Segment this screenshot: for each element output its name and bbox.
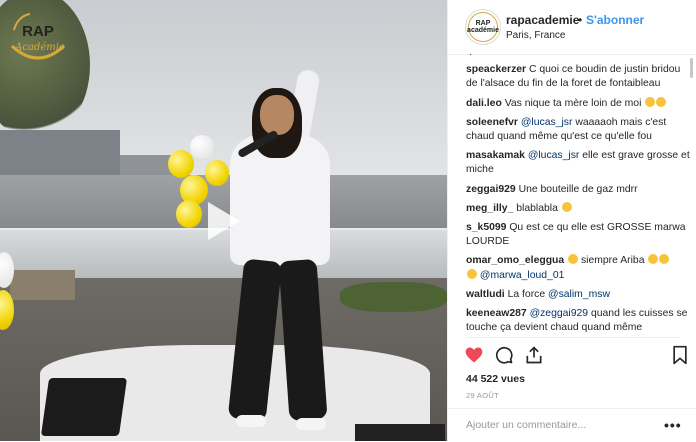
comment-mention[interactable]: @lucas_jsr [528, 150, 580, 161]
avatar[interactable]: RAP académie [465, 9, 501, 45]
comment-username[interactable]: meg_illy_ [466, 203, 513, 214]
speaker-monitor [40, 378, 128, 436]
follow-button[interactable]: S'abonner [586, 13, 644, 27]
comment-item: que c'est Marwa Lourde mdr [466, 54, 692, 58]
comment-icon[interactable] [494, 345, 514, 365]
comment-text: Vas nique ta mère loin de moi [504, 97, 642, 109]
view-count[interactable]: 44 522 vues [466, 373, 525, 385]
leg [278, 258, 328, 422]
comment-username[interactable]: masakamak [466, 150, 525, 161]
username[interactable]: rapacademie [506, 13, 579, 27]
play-icon[interactable] [196, 196, 246, 246]
comment-item: zeggai929 Une bouteille de gaz mdrr [466, 183, 692, 197]
comment-username[interactable]: keeneaw287 [466, 308, 527, 319]
rap-academie-logo: RAP Académie [4, 8, 72, 68]
comment-item: masakamak @lucas_jsr elle est grave gros… [466, 149, 692, 177]
comment-username[interactable]: s_k5099 [466, 222, 506, 233]
heart-icon[interactable] [464, 345, 484, 365]
face [260, 95, 294, 135]
comment-mention[interactable]: @lucas_jsr [521, 117, 573, 128]
more-options-button[interactable]: ••• [664, 417, 682, 433]
comment-item: speackerzer C quoi ce boudin de justin b… [466, 63, 692, 91]
location-link[interactable]: Paris, France [506, 30, 565, 41]
comment-username[interactable]: zeggai929 [466, 184, 516, 195]
emoji-icon [645, 96, 656, 107]
white-balloon [190, 135, 214, 159]
yellow-balloon [168, 150, 194, 178]
emoji-icon [659, 254, 670, 265]
comment-mention[interactable]: @marwa_loud_01 [480, 270, 565, 281]
bench [10, 270, 75, 300]
post-video[interactable]: RAP Académie [0, 0, 447, 441]
legs [227, 258, 328, 430]
separator-dot: • [578, 13, 583, 27]
emoji-icon [561, 201, 572, 212]
comment-text: La force [507, 288, 546, 300]
post-date[interactable]: 29 AOÛT [466, 391, 499, 400]
bookmark-icon[interactable] [670, 345, 690, 365]
comment-username[interactable]: dali.leo [466, 98, 502, 109]
comment-username[interactable]: omar_omo_eleggua [466, 255, 564, 266]
comment-username[interactable]: speackerzer [466, 64, 526, 75]
emoji-icon [467, 268, 477, 279]
comment-text: blablabla [516, 202, 558, 214]
comment-item: waltludi La force @salim_msw [466, 288, 692, 302]
leg [227, 258, 283, 422]
add-comment-input[interactable] [466, 419, 656, 431]
speaker-monitor [355, 424, 445, 441]
comment-text: que c'est Marwa Lourde mdr [466, 54, 597, 56]
divider [466, 337, 680, 338]
comment-item: meg_illy_ blablabla [466, 201, 692, 216]
comment-item: soleenefvr @lucas_jsr waaaaoh mais c'est… [466, 116, 692, 144]
comment-item: keeneaw287 @zeggai929 quand les cuisses … [466, 307, 692, 335]
action-bar [464, 345, 690, 367]
comment-item: omar_omo_eleggua siempre Ariba @marwa_lo… [466, 254, 692, 282]
comment-mention[interactable]: @zeggai929 [530, 308, 589, 319]
comments-scrollbar[interactable] [690, 58, 693, 78]
post-side-panel: RAP académie rapacademie • S'abonner Par… [447, 0, 696, 441]
emoji-icon [648, 254, 659, 265]
post-header: RAP académie rapacademie • S'abonner Par… [448, 0, 696, 55]
emoji-icon [656, 96, 667, 107]
logo-text-bottom: Académie [14, 42, 65, 53]
comment-text: siempre Ariba [580, 255, 645, 267]
comment-username[interactable]: waltludi [466, 289, 505, 300]
singer [222, 68, 342, 441]
bush [340, 282, 447, 312]
add-comment-section: ••• [448, 408, 696, 442]
emoji-icon [568, 254, 579, 265]
sneaker [296, 418, 326, 430]
comment-item: dali.leo Vas nique ta mère loin de moi [466, 96, 692, 111]
sneaker [236, 415, 266, 427]
comment-mention[interactable]: @salim_msw [548, 289, 610, 300]
share-icon[interactable] [524, 345, 544, 365]
avatar-logo: RAP académie [467, 12, 499, 42]
comments-list[interactable]: que c'est Marwa Lourde mdr speackerzer C … [466, 54, 692, 337]
logo-text-top: RAP [22, 23, 54, 40]
comment-text: Une bouteille de gaz mdrr [518, 183, 638, 195]
comment-username[interactable]: soleenefvr [466, 117, 518, 128]
comment-item: s_k5099 Qu est ce qu elle est GROSSE mar… [466, 221, 692, 249]
